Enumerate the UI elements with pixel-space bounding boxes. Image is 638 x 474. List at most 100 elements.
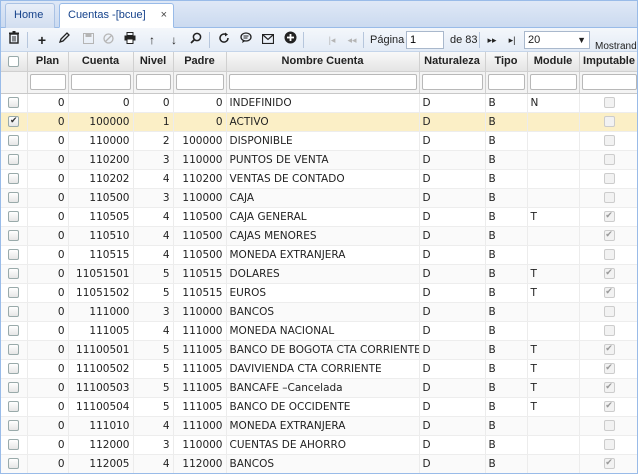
filter-nivel-input[interactable] <box>135 74 171 90</box>
cell-nombre-cuenta: PUNTOS DE VENTA <box>226 150 420 170</box>
table-row[interactable]: 0 110510 4 110500 CAJAS MENORES D B <box>1 226 637 246</box>
row-select-checkbox[interactable] <box>8 344 20 355</box>
table-row[interactable]: 0 110500 3 110000 CAJA D B <box>1 188 637 208</box>
row-select-checkbox[interactable] <box>8 458 20 469</box>
refresh-icon[interactable] <box>215 31 233 49</box>
table-row[interactable]: 0 11100501 5 111005 BANCO DE BOGOTA CTA CORR… <box>1 340 637 360</box>
close-icon[interactable]: × <box>161 4 167 26</box>
row-select-checkbox[interactable] <box>8 420 20 431</box>
last-page-icon[interactable]: ▸| <box>503 31 521 49</box>
row-select-checkbox[interactable] <box>8 382 20 393</box>
add-icon[interactable]: + <box>33 31 51 49</box>
select-all-checkbox[interactable] <box>8 55 20 67</box>
cell-nombre-cuenta: BANCOS <box>226 302 420 322</box>
column-header-module[interactable]: Module <box>527 52 580 72</box>
select-all-header[interactable] <box>1 52 28 72</box>
tab-cuentas[interactable]: Cuentas -[bcue] × <box>59 3 174 28</box>
table-row[interactable]: 0 112000 3 110000 CUENTAS DE AHORRO D B <box>1 435 637 455</box>
table-row[interactable]: 0 11051502 5 110515 EUROS D B T <box>1 283 637 303</box>
row-select-checkbox[interactable] <box>8 401 20 412</box>
table-row[interactable]: 0 110200 3 110000 PUNTOS DE VENTA D B <box>1 150 637 170</box>
row-select-checkbox[interactable] <box>8 135 20 146</box>
row-select-checkbox[interactable] <box>8 363 20 374</box>
filter-tipo-input[interactable] <box>487 74 525 90</box>
upload-icon[interactable]: ↑ <box>143 31 161 49</box>
column-header-padre[interactable]: Padre <box>173 52 227 72</box>
row-select-checkbox[interactable] <box>8 97 20 108</box>
cell-plan: 0 <box>27 131 69 151</box>
page-number-input[interactable] <box>406 31 444 49</box>
filter-padre-input[interactable] <box>175 74 224 90</box>
add-circle-icon[interactable] <box>281 31 299 49</box>
filter-cuenta-input[interactable] <box>70 74 131 90</box>
first-page-icon: |◂ <box>328 35 336 45</box>
table-row[interactable]: 0 11100504 5 111005 BANCO DE OCCIDENTE D B T <box>1 397 637 417</box>
page-size-select[interactable]: 20 ▼ <box>524 31 590 49</box>
mail-icon[interactable] <box>259 31 277 49</box>
filter-naturaleza-input[interactable] <box>421 74 483 90</box>
row-select-checkbox[interactable] <box>8 192 20 203</box>
table-row[interactable]: 0 110515 4 110500 MONEDA EXTRANJERA D B <box>1 245 637 265</box>
table-row[interactable]: 0 11100502 5 111005 DAVIVIENDA CTA CORRIENTE… <box>1 359 637 379</box>
column-header-plan[interactable]: Plan <box>27 52 69 72</box>
cell-nivel: 4 <box>133 207 174 227</box>
row-select-checkbox[interactable] <box>8 211 20 222</box>
page-count-label: de 83 <box>450 34 478 46</box>
table-row[interactable]: 0 11100503 5 111005 BANCAFE –Cancelada D B T <box>1 378 637 398</box>
filter-nombre-input[interactable] <box>228 74 417 90</box>
filter-plan-input[interactable] <box>29 74 66 90</box>
table-row[interactable]: 0 11051501 5 110515 DOLARES D B T <box>1 264 637 284</box>
row-select-checkbox[interactable] <box>8 268 20 279</box>
cell-nivel: 4 <box>133 169 174 189</box>
column-header-nivel[interactable]: Nivel <box>133 52 174 72</box>
row-select-checkbox[interactable] <box>8 287 20 298</box>
table-row[interactable]: 0 0 0 0 INDEFINIDO D B N <box>1 93 637 113</box>
row-select-checkbox[interactable] <box>8 439 20 450</box>
filter-module-input[interactable] <box>529 74 577 90</box>
filter-imputable-input[interactable] <box>581 74 637 90</box>
cell-plan: 0 <box>27 397 69 417</box>
cell-nivel: 5 <box>133 359 174 379</box>
row-select-checkbox[interactable] <box>8 116 20 127</box>
trash-icon[interactable] <box>5 31 23 49</box>
search-icon[interactable] <box>187 31 205 49</box>
column-header-imputable[interactable]: Imputable <box>579 52 637 72</box>
column-header-tipo[interactable]: Tipo <box>485 52 528 72</box>
print-icon[interactable] <box>121 31 139 49</box>
cell-padre: 100000 <box>173 131 227 151</box>
cell-naturaleza: D <box>419 321 486 341</box>
row-select-checkbox[interactable] <box>8 306 20 317</box>
table-row[interactable]: 0 111005 4 111000 MONEDA NACIONAL D B <box>1 321 637 341</box>
column-header-naturaleza[interactable]: Naturaleza <box>419 52 486 72</box>
table-row[interactable]: 0 111010 4 111000 MONEDA EXTRANJERA D B <box>1 416 637 436</box>
table-row[interactable]: 0 110000 2 100000 DISPONIBLE D B <box>1 131 637 151</box>
row-select-checkbox[interactable] <box>8 249 20 260</box>
cell-nombre-cuenta: BANCO DE OCCIDENTE <box>226 397 420 417</box>
row-select-checkbox[interactable] <box>8 230 20 241</box>
cell-nombre-cuenta: BANCAFE –Cancelada <box>226 378 420 398</box>
cell-module <box>527 226 580 246</box>
imputable-checkbox <box>603 97 615 108</box>
cell-imputable <box>579 454 637 473</box>
edit-icon[interactable] <box>55 31 73 49</box>
row-select-checkbox[interactable] <box>8 325 20 336</box>
imputable-checkbox <box>603 154 615 165</box>
cell-naturaleza: D <box>419 435 486 455</box>
table-row[interactable]: 0 110505 4 110500 CAJA GENERAL D B T <box>1 207 637 227</box>
accounts-table: Plan Cuenta Nivel Padre Nombre Cuenta Na… <box>1 52 637 473</box>
column-header-cuenta[interactable]: Cuenta <box>68 52 134 72</box>
row-select-checkbox[interactable] <box>8 154 20 165</box>
cell-plan: 0 <box>27 321 69 341</box>
download-icon[interactable]: ↓ <box>165 31 183 49</box>
comment-icon[interactable] <box>237 31 255 49</box>
column-header-nombre-cuenta[interactable]: Nombre Cuenta <box>226 52 420 72</box>
table-row[interactable]: 010000010ACTIVODB <box>1 112 637 132</box>
cell-plan: 0 <box>27 245 69 265</box>
row-select-checkbox[interactable] <box>8 173 20 184</box>
tab-home[interactable]: Home <box>5 3 55 28</box>
table-row[interactable]: 0 111000 3 110000 BANCOS D B <box>1 302 637 322</box>
next-page-icon[interactable]: ▸▸ <box>483 31 501 49</box>
cell-tipo: B <box>485 359 528 379</box>
table-row[interactable]: 0 110202 4 110200 VENTAS DE CONTADO D B <box>1 169 637 189</box>
table-row[interactable]: 0 112005 4 112000 BANCOS D B <box>1 454 637 473</box>
